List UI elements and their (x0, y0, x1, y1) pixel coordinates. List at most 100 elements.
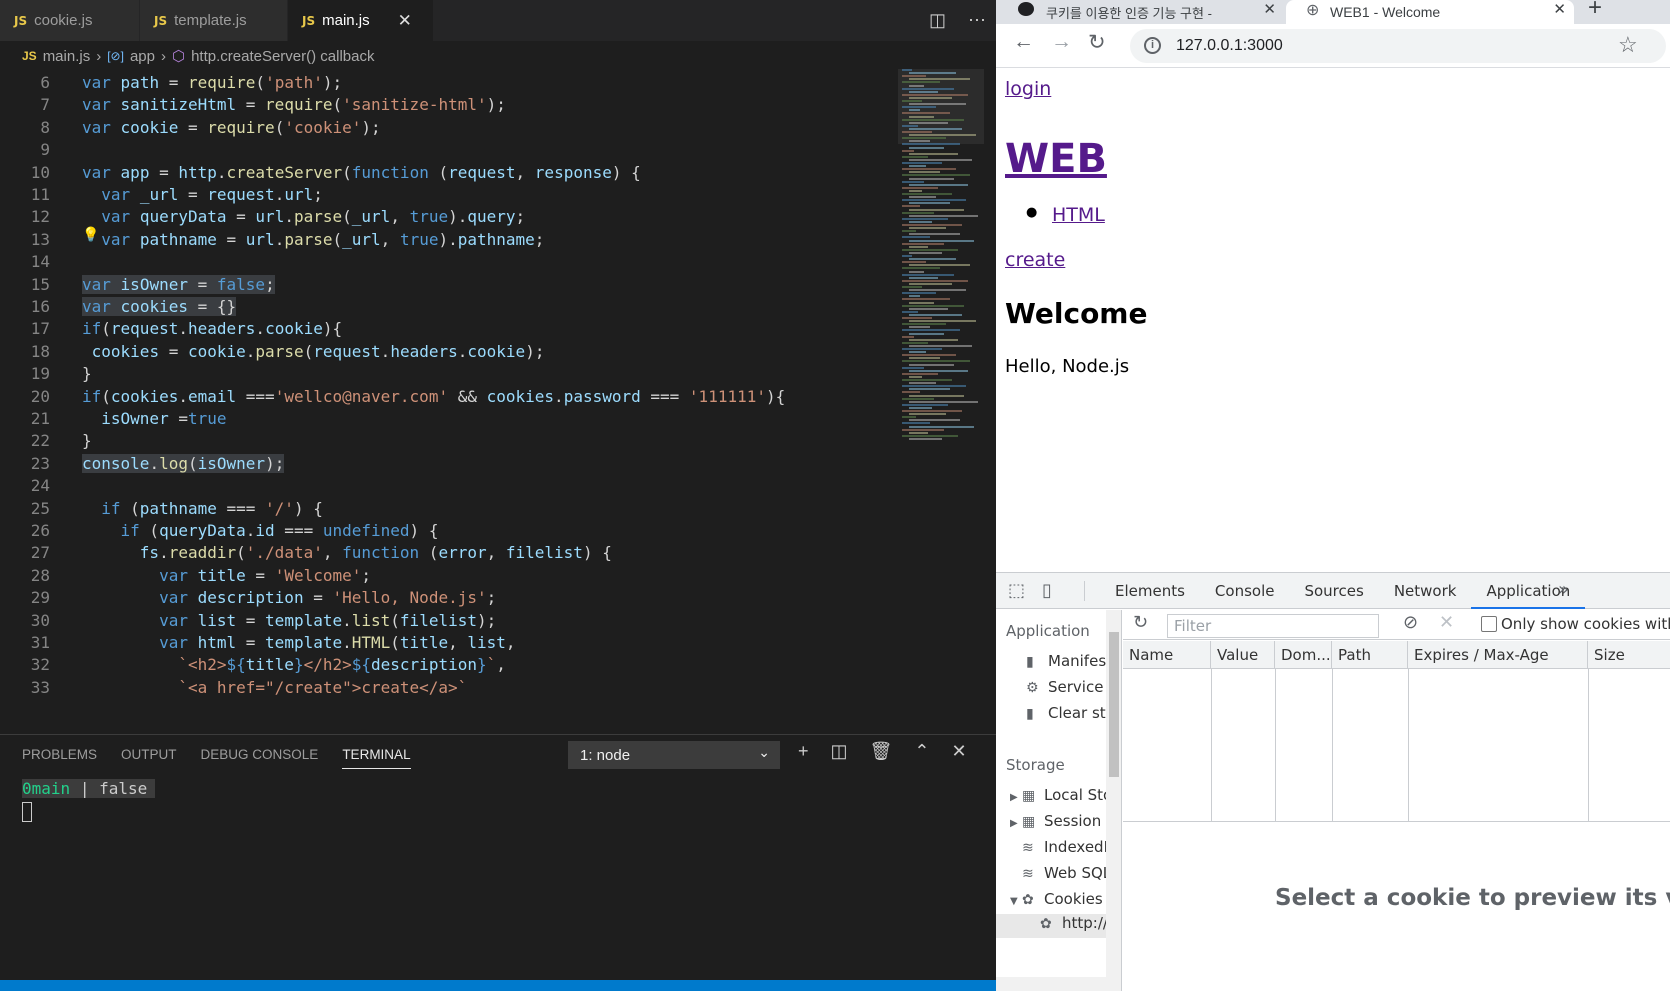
code-line[interactable]: 14 (0, 250, 900, 274)
code-line[interactable]: 9 (0, 138, 900, 162)
inspect-element-icon[interactable]: ⬚ (1008, 580, 1025, 601)
code-line[interactable]: 11 var _url = request.url; (0, 183, 900, 207)
more-actions-icon[interactable]: ⋯ (968, 10, 986, 31)
expand-arrow-icon[interactable]: ▶ (1010, 818, 1022, 829)
code-editor[interactable]: 6 var path = require('path'); 7 var sanitiz… (0, 71, 996, 736)
code-line[interactable]: 30 var list = template.list(filelist); (0, 609, 900, 633)
terminal-select[interactable]: 1: node ⌄ (568, 741, 780, 769)
breadcrumb-symbol-app[interactable]: app (130, 48, 155, 65)
browser-tab-2[interactable]: ⊕ WEB1 - Welcome ✕ (1286, 0, 1574, 24)
split-terminal-icon[interactable]: ◫ (831, 741, 848, 762)
code-line[interactable]: 22} (0, 429, 900, 453)
scrollbar-thumb[interactable] (1109, 632, 1119, 777)
forward-icon[interactable]: → (1051, 30, 1072, 54)
tab-debug-console[interactable]: DEBUG CONSOLE (201, 747, 319, 769)
device-toolbar-icon[interactable]: ▯ (1042, 580, 1052, 601)
tab-main-js[interactable]: JS main.js ✕ (288, 0, 434, 41)
column-domain[interactable]: Dom... (1275, 641, 1332, 669)
new-tab-icon[interactable]: + (1588, 0, 1602, 22)
back-icon[interactable]: ← (1013, 30, 1034, 54)
code-line[interactable]: 17 if(request.headers.cookie){ (0, 317, 900, 341)
lightbulb-icon[interactable]: 💡 (82, 226, 99, 243)
code-line[interactable]: 7 var sanitizeHtml = require('sanitize-ht… (0, 93, 900, 117)
more-tabs-icon[interactable]: » (1558, 579, 1569, 600)
minimap-stroke (902, 87, 954, 90)
column-path[interactable]: Path (1332, 641, 1408, 669)
minimap-stroke (902, 391, 920, 394)
tab-cookie-js[interactable]: JS cookie.js (0, 0, 140, 41)
code-line[interactable]: 25 if (pathname === '/') { (0, 497, 900, 521)
collapse-arrow-icon[interactable]: ▼ (1010, 896, 1022, 907)
breadcrumb-file[interactable]: main.js (43, 48, 91, 65)
code-line[interactable]: 16 var cookies = {} (0, 295, 900, 319)
maximize-panel-icon[interactable]: ⌃ (914, 741, 929, 762)
code-line[interactable]: 15 var isOwner = false; (0, 273, 900, 297)
tab-sources[interactable]: Sources (1289, 573, 1378, 609)
code-line[interactable]: 13 var pathname = url.parse(_url, true).… (0, 228, 900, 252)
tab-template-js[interactable]: JS template.js (140, 0, 288, 41)
minimap[interactable] (898, 69, 984, 455)
tab-output[interactable]: OUTPUT (121, 747, 177, 769)
page-heading-link[interactable]: WEB (1005, 136, 1107, 182)
column-name[interactable]: Name (1123, 641, 1211, 669)
code-line[interactable]: 10 var app = http.createServer(function (… (0, 161, 900, 185)
code-line[interactable]: 18 cookies = cookie.parse(request.header… (0, 340, 900, 364)
code-line[interactable]: 26 if (queryData.id === undefined) { (0, 519, 900, 543)
tab-problems[interactable]: PROBLEMS (22, 747, 97, 769)
code-line[interactable]: 23 console.log(isOwner); (0, 452, 900, 476)
sidebar-horizontal-scrollbar[interactable] (996, 977, 1121, 991)
only-issues-checkbox[interactable] (1481, 616, 1497, 632)
code-line[interactable]: 31 var html = template.HTML(title, list, (0, 631, 900, 655)
filter-input[interactable]: Filter (1167, 614, 1379, 638)
clear-all-icon[interactable]: ⊘ (1403, 612, 1418, 633)
code-line[interactable]: 20 if(cookies.email ==='wellco@naver.com'… (0, 385, 900, 409)
column-size[interactable]: Size (1588, 641, 1670, 669)
breadcrumb-symbol-callback[interactable]: http.createServer() callback (191, 48, 374, 65)
tab-terminal[interactable]: TERMINAL (342, 747, 411, 769)
delete-selected-icon[interactable]: ✕ (1439, 612, 1454, 633)
code-line[interactable]: 21 isOwner =true (0, 407, 900, 431)
tab-network[interactable]: Network (1379, 573, 1472, 609)
sidebar-item-cookies[interactable]: ▼ ✿ Cookies (1010, 890, 1103, 908)
code-line[interactable]: 32 `<h2>${title}</h2>${description}`, (0, 653, 900, 677)
address-bar[interactable]: i 127.0.0.1:3000 ☆ (1130, 29, 1666, 63)
sidebar-scrollbar[interactable] (1106, 610, 1121, 991)
code-line[interactable]: 12 var queryData = url.parse(_url, true)… (0, 205, 900, 229)
close-icon[interactable]: ✕ (398, 11, 412, 31)
minimap-stroke (902, 69, 912, 71)
trash-icon[interactable]: 🗑 (870, 741, 893, 762)
create-link[interactable]: create (1005, 249, 1065, 271)
login-link[interactable]: login (1005, 78, 1051, 100)
minimap-stroke (909, 233, 960, 236)
split-editor-icon[interactable]: ◫ (929, 10, 946, 31)
browser-tab-1[interactable]: 쿠키를 이용한 인증 기능 구현 - ✕ (996, 0, 1284, 24)
sidebar-item-web-sql[interactable]: ≋ Web SQL (1010, 864, 1111, 882)
refresh-icon[interactable]: ↻ (1133, 612, 1148, 633)
close-icon[interactable]: ✕ (1263, 0, 1276, 18)
expand-arrow-icon[interactable]: ▶ (1010, 792, 1022, 803)
code-line[interactable]: 24 (0, 474, 900, 498)
column-expires[interactable]: Expires / Max-Age (1408, 641, 1588, 669)
code-line[interactable]: 8 var cookie = require('cookie'); (0, 116, 900, 140)
tab-console[interactable]: Console (1200, 573, 1290, 609)
sidebar-item-manifest[interactable]: ▮ Manifest (1026, 652, 1112, 670)
new-terminal-icon[interactable]: + (798, 741, 809, 762)
reload-icon[interactable]: ↻ (1088, 30, 1106, 55)
bookmark-star-icon[interactable]: ☆ (1618, 32, 1638, 58)
code-line[interactable]: 33 `<a href="/create">create</a>` (0, 676, 900, 700)
html-link[interactable]: HTML (1052, 204, 1105, 226)
column-value[interactable]: Value (1211, 641, 1275, 669)
info-icon[interactable]: i (1144, 37, 1161, 54)
code-line[interactable]: 27 fs.readdir('./data', function (error,… (0, 541, 900, 565)
close-panel-icon[interactable]: ✕ (951, 741, 966, 762)
code-line[interactable]: 29 var description = 'Hello, Node.js'; (0, 586, 900, 610)
close-icon[interactable]: ✕ (1553, 0, 1566, 18)
tab-elements[interactable]: Elements (1100, 573, 1200, 609)
minimap-stroke (902, 292, 936, 295)
code-line[interactable]: 28 var title = 'Welcome'; (0, 564, 900, 588)
sidebar-item-cookie-origin[interactable]: ✿http://127.0.0.1:3000 (996, 914, 1121, 938)
code-line[interactable]: 19} (0, 362, 900, 386)
sidebar-item-label: Cookies (1044, 890, 1103, 908)
code-line[interactable]: 6 var path = require('path'); (0, 71, 900, 95)
terminal-output[interactable]: 0main | false (22, 779, 156, 826)
